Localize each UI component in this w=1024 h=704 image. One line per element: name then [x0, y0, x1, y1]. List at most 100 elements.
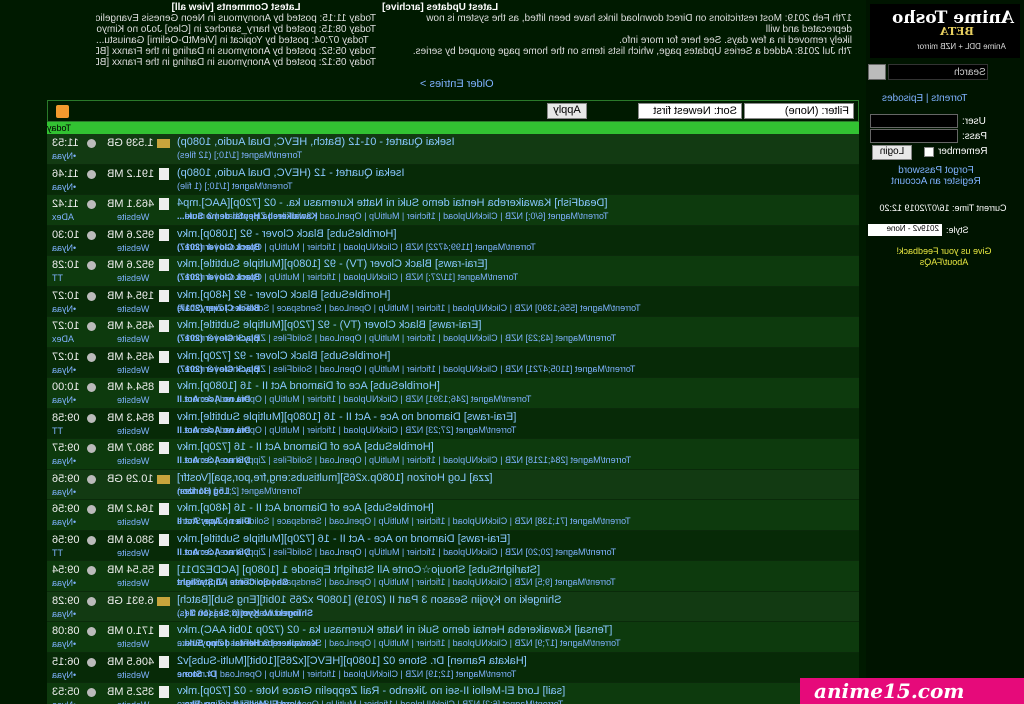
- entry-source-link[interactable]: •Nyaa: [52, 182, 76, 192]
- entry-series-link[interactable]: Dia no Ace: Act II: [177, 547, 250, 557]
- user-input[interactable]: [870, 114, 958, 128]
- entry-download-links[interactable]: Torrent/Magnet [1/10;] (1 file): [177, 181, 855, 191]
- entry-series-link[interactable]: Lord El-Melloi II-sei no Jike...: [177, 699, 301, 704]
- site-logo[interactable]: Anime Tosho BETA Anime DDL + NZB mirror: [870, 4, 1020, 58]
- comment-item[interactable]: Today 08:15: posted by harry_sanchez in …: [96, 24, 376, 35]
- entry-name-link[interactable]: Isekai Quartet - 01-12 (Batch, HEVC, Dua…: [177, 136, 855, 148]
- style-select[interactable]: 2019v2 - None: [868, 224, 942, 236]
- entry-name-link[interactable]: [zza] Log Horizon [1080p.x265][multisubs…: [177, 472, 855, 484]
- comment-item[interactable]: Today 05:52: posted by Anonymous in Darl…: [96, 46, 376, 57]
- entry-name-link[interactable]: Shingeki no Kyojin Season 3 Part II (201…: [177, 594, 855, 606]
- entry-series-link[interactable]: Shoujo Conte All Starlight: [177, 577, 288, 587]
- entry-name-link[interactable]: [Tensai] Kawaikereba Hentai demo Suki ni…: [177, 624, 855, 636]
- entry-source-link[interactable]: •Nyaa: [52, 609, 76, 619]
- entry-series-link[interactable]: Log Horizon: [177, 486, 230, 496]
- entry-download-links[interactable]: Torrent/Magnet [12;19] NZB | ClickNUploa…: [177, 669, 855, 679]
- comment-item[interactable]: Today 07:04: posted by Yopicat in [VieMt…: [96, 35, 376, 46]
- entry-name-link[interactable]: [HorribleSubs] Black Clover - 92 [480p].…: [177, 289, 855, 301]
- entry-series-link[interactable]: Dia no Ace: Act II: [177, 516, 250, 526]
- entry-name-link[interactable]: [HorribleSubs] Black Clover - 92 [720p].…: [177, 350, 855, 362]
- entry-source-link[interactable]: •Nyaa: [52, 243, 76, 253]
- entry-website-link[interactable]: Website: [117, 548, 149, 558]
- entry-source-link[interactable]: •Nyaa: [52, 395, 76, 405]
- entry-source-link[interactable]: •Nyaa: [52, 365, 76, 375]
- password-input[interactable]: [870, 129, 958, 143]
- comment-item[interactable]: Today 05:12: posted by Anonymous in Darl…: [96, 57, 376, 68]
- entry-source-link[interactable]: •Nyaa: [52, 670, 76, 680]
- register-link[interactable]: Register an Account: [886, 176, 986, 187]
- entry-website-link[interactable]: Website: [117, 426, 149, 436]
- entry-series-link[interactable]: Kawaikereba Hentai demo Suki...: [177, 638, 318, 648]
- entry-series-link[interactable]: Dia no Ace: Act II: [177, 425, 250, 435]
- about-link[interactable]: About/FAQs: [874, 257, 1014, 268]
- rss-icon[interactable]: [56, 105, 69, 118]
- entry-website-link[interactable]: Website: [117, 700, 149, 704]
- entry-website-link[interactable]: Website: [117, 304, 149, 314]
- entry-website-link[interactable]: Website: [117, 578, 149, 588]
- entry-series-link[interactable]: Kawaikereba Hentai demo Suki...: [177, 211, 318, 221]
- entry-source-link[interactable]: TT: [52, 273, 63, 283]
- entry-source-link[interactable]: •Nyaa: [52, 639, 76, 649]
- entry-source-link[interactable]: TT: [52, 548, 63, 558]
- entry-name-link[interactable]: [HorribleSubs] Ace of Diamond Act II - 1…: [177, 502, 855, 514]
- entry-name-link[interactable]: [Hakata Ramen] Dr. Stone 02 [1080p][HEVC…: [177, 655, 855, 667]
- feedback-link[interactable]: Give us your Feedback!: [874, 246, 1014, 257]
- entry-download-links[interactable]: Torrent/Magnet [71;138] NZB | ClickNUplo…: [177, 516, 855, 526]
- entry-series-link[interactable]: Shingeki no Kyojin Season 3 (...: [177, 608, 313, 618]
- entry-website-link[interactable]: Website: [117, 243, 149, 253]
- older-entries-link[interactable]: Older Entries >: [420, 78, 494, 90]
- entry-series-link[interactable]: Black Clover (2017): [177, 303, 260, 313]
- entry-name-link[interactable]: [Erai-raws] Diamond no Ace - Act II - 16…: [177, 411, 855, 423]
- entry-source-link[interactable]: •Nyaa: [52, 487, 76, 497]
- entry-series-link[interactable]: Black Clover (2017): [177, 272, 260, 282]
- entry-website-link[interactable]: Website: [117, 670, 149, 680]
- entry-download-links[interactable]: Torrent/Magnet [1/10;] (12 files): [177, 150, 855, 160]
- entry-website-link[interactable]: Website: [117, 639, 149, 649]
- entry-name-link[interactable]: [StarlightSubs] Shoujo☆Conte All Starlig…: [177, 563, 855, 576]
- entry-series-link[interactable]: Black Clover (2017): [177, 333, 260, 343]
- entry-download-links[interactable]: Torrent/Magnet [1105;4721] NZB | ClickNU…: [177, 364, 855, 374]
- entry-name-link[interactable]: [HorribleSubs] Ace of Diamond Act II - 1…: [177, 441, 855, 453]
- entry-source-link[interactable]: •Nyaa: [52, 151, 76, 161]
- entry-website-link[interactable]: Website: [117, 212, 149, 222]
- entry-download-links[interactable]: Torrent/Magnet [20;20] NZB | ClickNUploa…: [177, 547, 855, 557]
- entry-series-link[interactable]: Dia no Ace: Act II: [177, 394, 250, 404]
- entry-series-link[interactable]: Dr. Stone: [177, 669, 217, 679]
- apply-button[interactable]: Apply: [547, 103, 587, 119]
- entry-download-links[interactable]: Torrent/Magnet [556;1390] NZB | ClickNUp…: [177, 303, 855, 313]
- comment-item[interactable]: Today 11:15: posted by Anonymous in Neon…: [96, 13, 376, 24]
- entry-website-link[interactable]: Website: [117, 273, 149, 283]
- entry-name-link[interactable]: [Erai-raws] Black Clover (TV) - 92 [720p…: [177, 319, 855, 331]
- entry-download-links[interactable]: Torrent/Magnet [246;1391] NZB | ClickNUp…: [177, 394, 855, 404]
- entry-name-link[interactable]: [Erai-raws] Black Clover (TV) - 92 [1080…: [177, 258, 855, 270]
- entry-download-links[interactable]: Torrent/Magnet [27;23] NZB | ClickNUploa…: [177, 425, 855, 435]
- entry-name-link[interactable]: [HorribleSubs] Black Clover - 92 [1080p]…: [177, 228, 855, 240]
- latest-comments-title[interactable]: Latest Comments [view all]: [96, 2, 376, 13]
- entry-website-link[interactable]: Website: [117, 517, 149, 527]
- entry-name-link[interactable]: Isekai Quartet - 12 (HEVC, Dual Audio, 1…: [177, 167, 855, 179]
- entry-source-link[interactable]: •Nyaa: [52, 578, 76, 588]
- filter-select[interactable]: Filter: (None): [744, 103, 854, 119]
- entry-source-link[interactable]: •Nyaa: [52, 456, 76, 466]
- entry-download-links[interactable]: Torrent/Magnet [2;15;] (31 files): [177, 486, 855, 496]
- login-button[interactable]: Login: [872, 145, 912, 160]
- entry-website-link[interactable]: Website: [117, 395, 149, 405]
- entry-name-link[interactable]: [HorribleSubs] Ace of Diamond Act II - 1…: [177, 380, 855, 392]
- entry-series-link[interactable]: Dia no Ace: Act II: [177, 455, 250, 465]
- sort-select[interactable]: Sort: Newest first: [638, 103, 742, 119]
- entry-name-link[interactable]: [sail] Lord El-Melloi II-sei no Jikenbo …: [177, 685, 855, 697]
- entry-website-link[interactable]: Website: [117, 365, 149, 375]
- entry-name-link[interactable]: [Erai-raws] Diamond no Ace - Act II - 16…: [177, 533, 855, 545]
- entry-download-links[interactable]: Torrent/Magnet [1199;4722] NZB | ClickNU…: [177, 242, 855, 252]
- entry-download-links[interactable]: Torrent/Magnet [11/27;] NZB | ClickNUplo…: [177, 272, 855, 282]
- entry-website-link[interactable]: Website: [117, 456, 149, 466]
- entry-name-link[interactable]: [DeadFish] Kawaikereba Hentai demo Suki …: [177, 197, 855, 209]
- entry-source-link[interactable]: ADex: [52, 212, 74, 222]
- entry-source-link[interactable]: •Nyaa: [52, 304, 76, 314]
- entry-source-link[interactable]: •Nyaa: [52, 517, 76, 527]
- entry-source-link[interactable]: ADex: [52, 334, 74, 344]
- entry-source-link[interactable]: TT: [52, 426, 63, 436]
- sidebar-nav[interactable]: Torrents | Episodes: [882, 93, 967, 104]
- entry-series-link[interactable]: Black Clover (2017): [177, 364, 260, 374]
- latest-updates-title[interactable]: Latest Updates [archive]: [382, 2, 852, 13]
